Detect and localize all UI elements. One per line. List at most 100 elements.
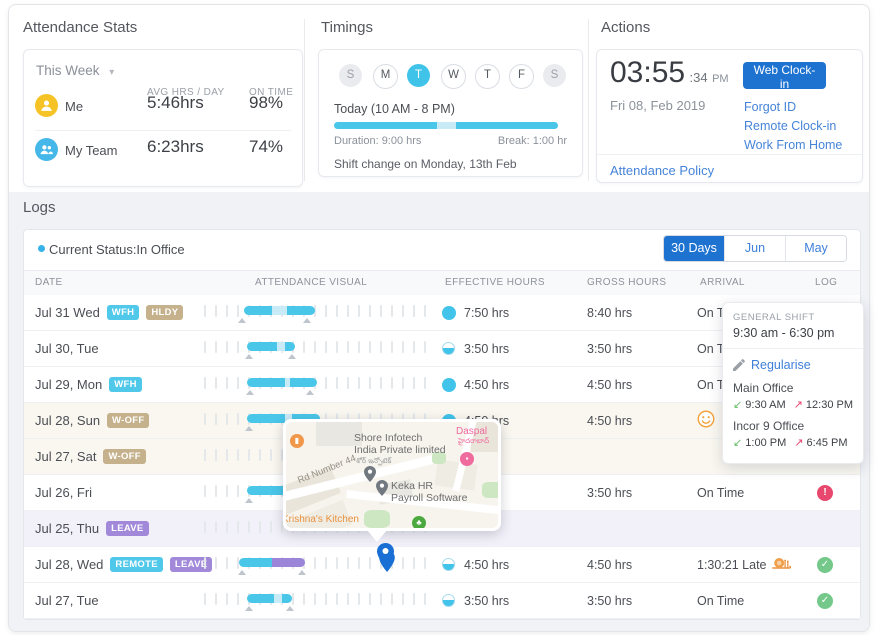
timeline-tick <box>226 341 228 353</box>
log-date-cell: Jul 29, MonWFH <box>35 367 142 402</box>
attendance-stats-title: Attendance Stats <box>23 19 137 36</box>
day-circle-5[interactable]: F <box>509 64 534 89</box>
bar-segment-solid <box>282 594 292 603</box>
timeline-tick <box>237 377 239 389</box>
timeline-tick <box>358 593 360 605</box>
timeline-tick <box>314 593 316 605</box>
arrival-cell: On Time <box>697 475 744 510</box>
bar-marker-icon <box>238 318 246 323</box>
bar-marker-icon <box>245 426 253 431</box>
bar-marker-icon <box>238 570 246 575</box>
attendance-bar <box>247 342 295 351</box>
clock-entry-0: Main Office↙ 9:30 AM↗ 12:30 PM <box>733 381 857 411</box>
timeline-tick <box>413 557 415 569</box>
range-button-may[interactable]: May <box>785 236 846 261</box>
attendance-visual-cell <box>204 295 439 330</box>
timeline-tick <box>325 377 327 389</box>
period-label: This Week <box>36 63 100 78</box>
clock-hours-minutes: 03:55 <box>610 56 685 89</box>
day-circle-3[interactable]: W <box>441 64 466 89</box>
entry-times: ↙ 1:00 PM↗ 6:45 PM <box>733 436 857 449</box>
log-date: Jul 26, Fri <box>35 485 92 500</box>
timeline-tick <box>391 593 393 605</box>
timeline-tick <box>336 341 338 353</box>
effective-hours-icon <box>442 558 455 571</box>
web-clockin-button[interactable]: Web Clock-in <box>743 62 826 89</box>
log-row-7[interactable]: Jul 28, WedREMOTELEAVE4:50 hrs4:50 hrs1:… <box>24 547 860 583</box>
action-link-0[interactable]: Forgot ID <box>744 100 842 114</box>
shift-time: 9:30 am - 6:30 pm <box>733 326 853 340</box>
effective-hours-icon <box>442 342 455 355</box>
location-map-popup[interactable]: Shore InfotechIndia Private limited శోర్… <box>283 419 501 531</box>
clock-out-arrow-icon: ↗ <box>794 399 803 411</box>
attendance-policy-link[interactable]: Attendance Policy <box>610 163 714 178</box>
smiley-icon <box>697 410 715 431</box>
badge-wfh: WFH <box>107 305 140 320</box>
action-link-2[interactable]: Work From Home <box>744 138 842 152</box>
map-pin-icon <box>364 466 376 482</box>
alert-icon[interactable]: ! <box>817 485 833 501</box>
gross-hours-cell: 8:40 hrs <box>587 306 632 320</box>
timeline-tick <box>358 377 360 389</box>
log-date-cell: Jul 25, ThuLEAVE <box>35 511 149 546</box>
log-row-8[interactable]: Jul 27, Tue3:50 hrs3:50 hrsOn Time✓ <box>24 583 860 619</box>
day-circle-6[interactable]: S <box>543 64 566 87</box>
day-circle-0[interactable]: S <box>339 64 362 87</box>
bar-segment-solid <box>290 378 317 387</box>
range-button-30-days[interactable]: 30 Days <box>664 236 724 261</box>
timeline-tick <box>226 413 228 425</box>
avg-hours-value: 5:46hrs <box>147 93 204 113</box>
clock-entries: Main Office↙ 9:30 AM↗ 12:30 PMIncor 9 Of… <box>733 381 857 449</box>
map-canvas[interactable]: Shore InfotechIndia Private limited శోర్… <box>286 422 498 528</box>
break-label: Break: 1:00 hr <box>498 135 567 147</box>
map-park <box>364 510 390 528</box>
clock-in-arrow-icon: ↙ <box>733 437 742 449</box>
timeline-tick <box>424 557 426 569</box>
timeline-tick <box>402 341 404 353</box>
log-date-cell: Jul 27, SatW-OFF <box>35 439 146 474</box>
log-date-cell: Jul 31 WedWFHHLDY <box>35 295 183 330</box>
action-link-1[interactable]: Remote Clock-in <box>744 119 842 133</box>
timeline-tick <box>325 557 327 569</box>
effective-hours-icon <box>442 306 456 320</box>
timeline-tick <box>314 557 316 569</box>
timeline-tick <box>314 341 316 353</box>
badge-wfh: WFH <box>109 377 142 392</box>
timeline-tick <box>226 305 228 317</box>
bar-segment-solid <box>239 558 272 567</box>
bar-marker-icon <box>246 390 254 395</box>
restaurant-poi-icon: ▮ <box>290 434 304 448</box>
day-circle-4[interactable]: T <box>475 64 500 89</box>
timeline-tick <box>226 521 228 533</box>
clock-seconds: :34 <box>690 70 708 85</box>
bar-segment-solid <box>247 342 277 351</box>
day-circle-2[interactable]: T <box>407 64 430 87</box>
timeline-tick <box>226 557 228 569</box>
gross-hours-cell: 3:50 hrs <box>587 342 632 356</box>
bar-segment-solid <box>247 378 285 387</box>
check-icon[interactable]: ✓ <box>817 593 833 609</box>
avg-hours-value: 6:23hrs <box>147 137 204 157</box>
effective-hours-cell: 4:50 hrs <box>464 378 509 392</box>
period-selector[interactable]: This Week ▾ <box>36 63 114 78</box>
logs-title: Logs <box>23 199 56 216</box>
range-button-jun[interactable]: Jun <box>724 236 785 261</box>
timeline-tick <box>413 305 415 317</box>
check-icon[interactable]: ✓ <box>817 557 833 573</box>
table-header: DATEATTENDANCE VISUALEFFECTIVE HOURSGROS… <box>24 270 860 296</box>
regularise-link[interactable]: Regularise <box>733 358 857 372</box>
team-avatar-icon <box>35 138 58 161</box>
clock-in-time: 1:00 PM <box>745 437 786 449</box>
bar-segment-solid <box>244 306 272 315</box>
current-date: Fri 08, Feb 2019 <box>610 98 705 113</box>
timeline-tick <box>215 521 217 533</box>
location-pin-icon[interactable] <box>377 543 394 567</box>
day-circle-1[interactable]: M <box>373 64 398 89</box>
badge-leave: LEAVE <box>106 521 148 536</box>
bar-segment-solid <box>287 306 315 315</box>
entry-location: Main Office <box>733 381 857 395</box>
map-park <box>482 482 498 498</box>
pencil-icon <box>733 359 745 371</box>
chevron-down-icon: ▾ <box>109 67 114 78</box>
gross-hours-cell: 4:50 hrs <box>587 414 632 428</box>
